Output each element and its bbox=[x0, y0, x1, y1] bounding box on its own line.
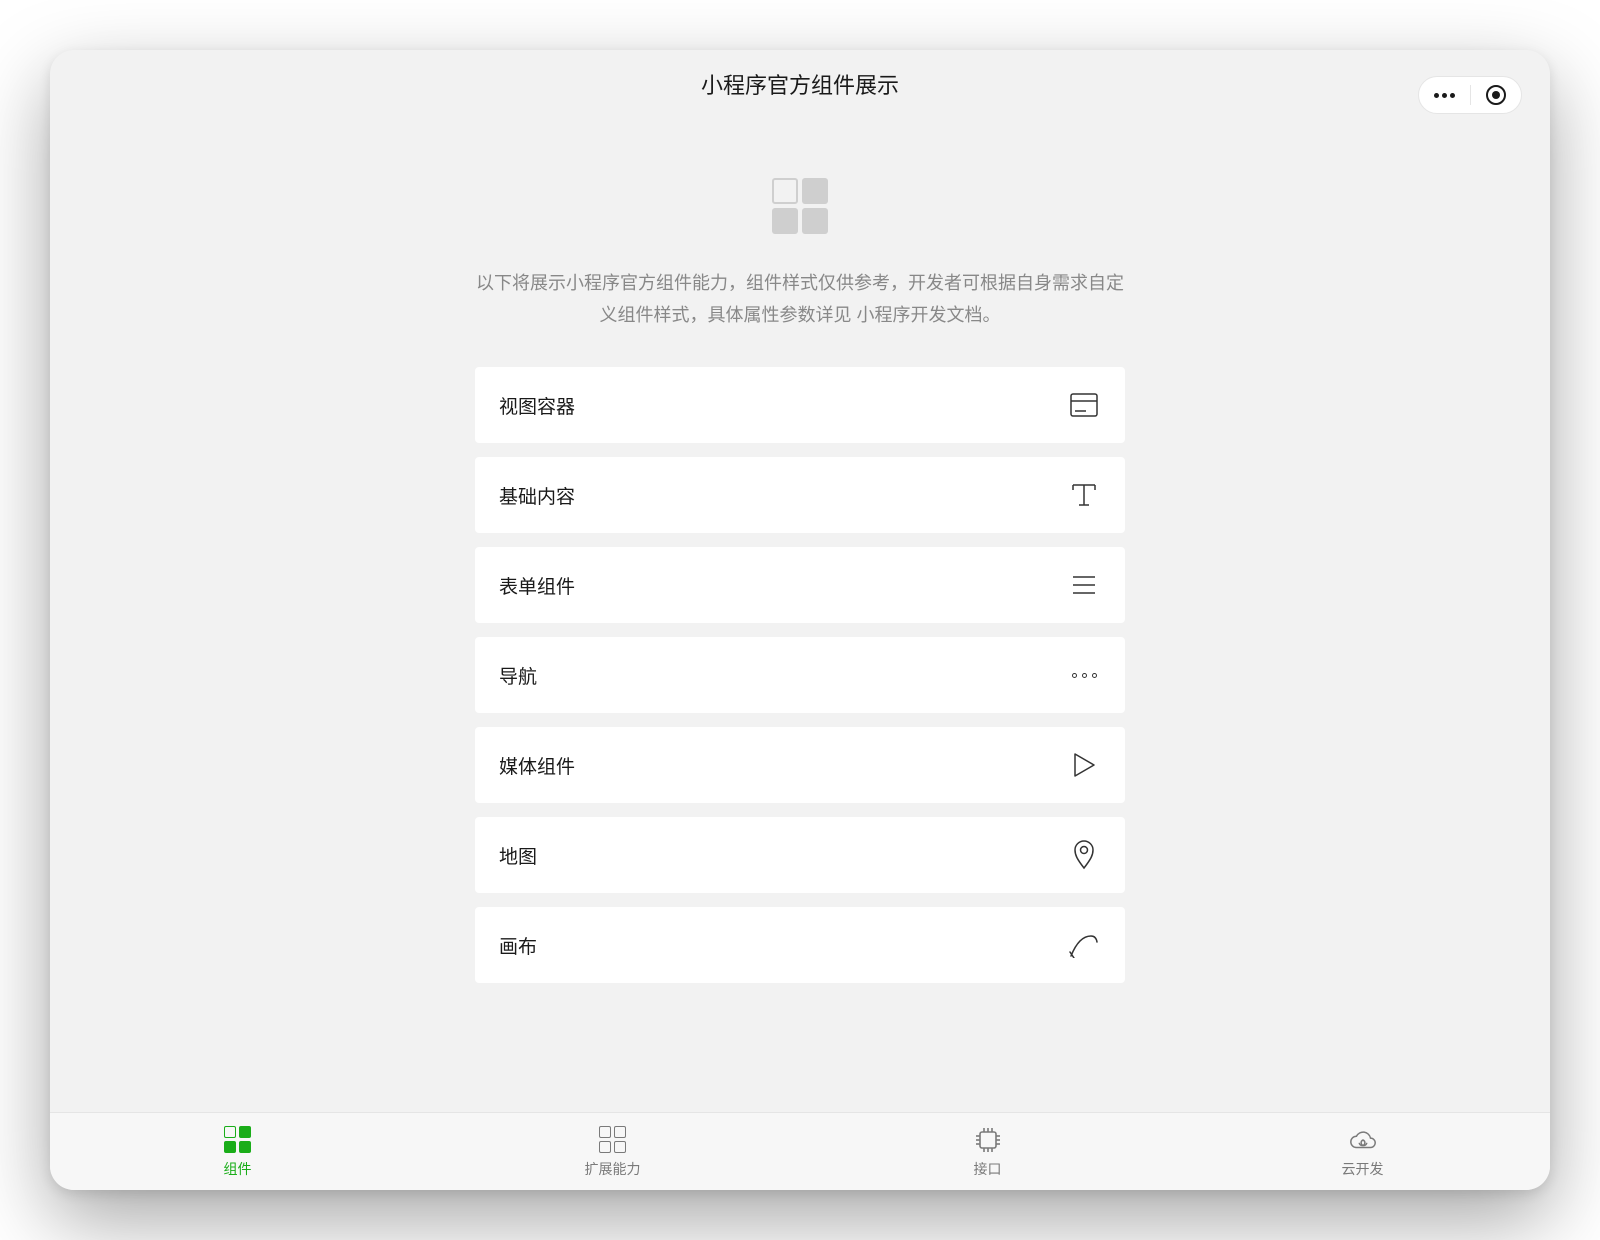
component-category-list: 视图容器 基础内容 bbox=[475, 367, 1125, 983]
target-icon bbox=[1486, 85, 1506, 105]
api-tab-icon bbox=[973, 1125, 1003, 1155]
tab-api[interactable]: 接口 bbox=[800, 1113, 1175, 1190]
nav-dots-icon bbox=[1069, 660, 1099, 690]
list-item-label: 地图 bbox=[499, 842, 537, 869]
text-icon bbox=[1069, 480, 1099, 510]
list-item-media[interactable]: 媒体组件 bbox=[475, 727, 1125, 803]
page-title: 小程序官方组件展示 bbox=[701, 68, 899, 100]
tab-label: 组件 bbox=[224, 1159, 252, 1179]
tab-label: 接口 bbox=[974, 1159, 1002, 1179]
docs-link[interactable]: 小程序开发文档 bbox=[857, 305, 983, 325]
page-description: 以下将展示小程序官方组件能力，组件样式仅供参考，开发者可根据自身需求自定义组件样… bbox=[475, 268, 1125, 331]
list-item-basic-content[interactable]: 基础内容 bbox=[475, 457, 1125, 533]
list-item-label: 视图容器 bbox=[499, 392, 575, 419]
capsule-more-button[interactable] bbox=[1419, 77, 1470, 113]
capsule bbox=[1418, 76, 1522, 114]
tab-label: 扩展能力 bbox=[585, 1159, 641, 1179]
header: 小程序官方组件展示 bbox=[50, 50, 1550, 118]
extend-tab-icon bbox=[598, 1125, 628, 1155]
list-item-form[interactable]: 表单组件 bbox=[475, 547, 1125, 623]
list-item-map[interactable]: 地图 bbox=[475, 817, 1125, 893]
tab-components[interactable]: 组件 bbox=[50, 1113, 425, 1190]
list-item-label: 导航 bbox=[499, 662, 537, 689]
list-item-canvas[interactable]: 画布 bbox=[475, 907, 1125, 983]
tabbar: 组件 扩展能力 接口 bbox=[50, 1112, 1550, 1190]
app-window: 小程序官方组件展示 以下将展示小程序官方组件能力，组件样式仅供参考，开发者可根据… bbox=[50, 50, 1550, 1190]
location-icon bbox=[1069, 840, 1099, 870]
list-item-view-container[interactable]: 视图容器 bbox=[475, 367, 1125, 443]
tab-extend[interactable]: 扩展能力 bbox=[425, 1113, 800, 1190]
components-tab-icon bbox=[223, 1125, 253, 1155]
list-item-label: 表单组件 bbox=[499, 572, 575, 599]
curve-icon bbox=[1069, 930, 1099, 960]
list-item-label: 画布 bbox=[499, 932, 537, 959]
play-icon bbox=[1069, 750, 1099, 780]
cloud-tab-icon bbox=[1348, 1125, 1378, 1155]
more-dots-icon bbox=[1434, 93, 1455, 98]
list-item-label: 基础内容 bbox=[499, 482, 575, 509]
list-item-navigation[interactable]: 导航 bbox=[475, 637, 1125, 713]
tab-label: 云开发 bbox=[1342, 1159, 1384, 1179]
list-lines-icon bbox=[1069, 570, 1099, 600]
panel-icon bbox=[1069, 390, 1099, 420]
content-area: 以下将展示小程序官方组件能力，组件样式仅供参考，开发者可根据自身需求自定义组件样… bbox=[50, 118, 1550, 1112]
tab-cloud[interactable]: 云开发 bbox=[1175, 1113, 1550, 1190]
list-item-label: 媒体组件 bbox=[499, 752, 575, 779]
capsule-close-button[interactable] bbox=[1471, 77, 1522, 113]
components-hero-icon bbox=[772, 178, 828, 234]
